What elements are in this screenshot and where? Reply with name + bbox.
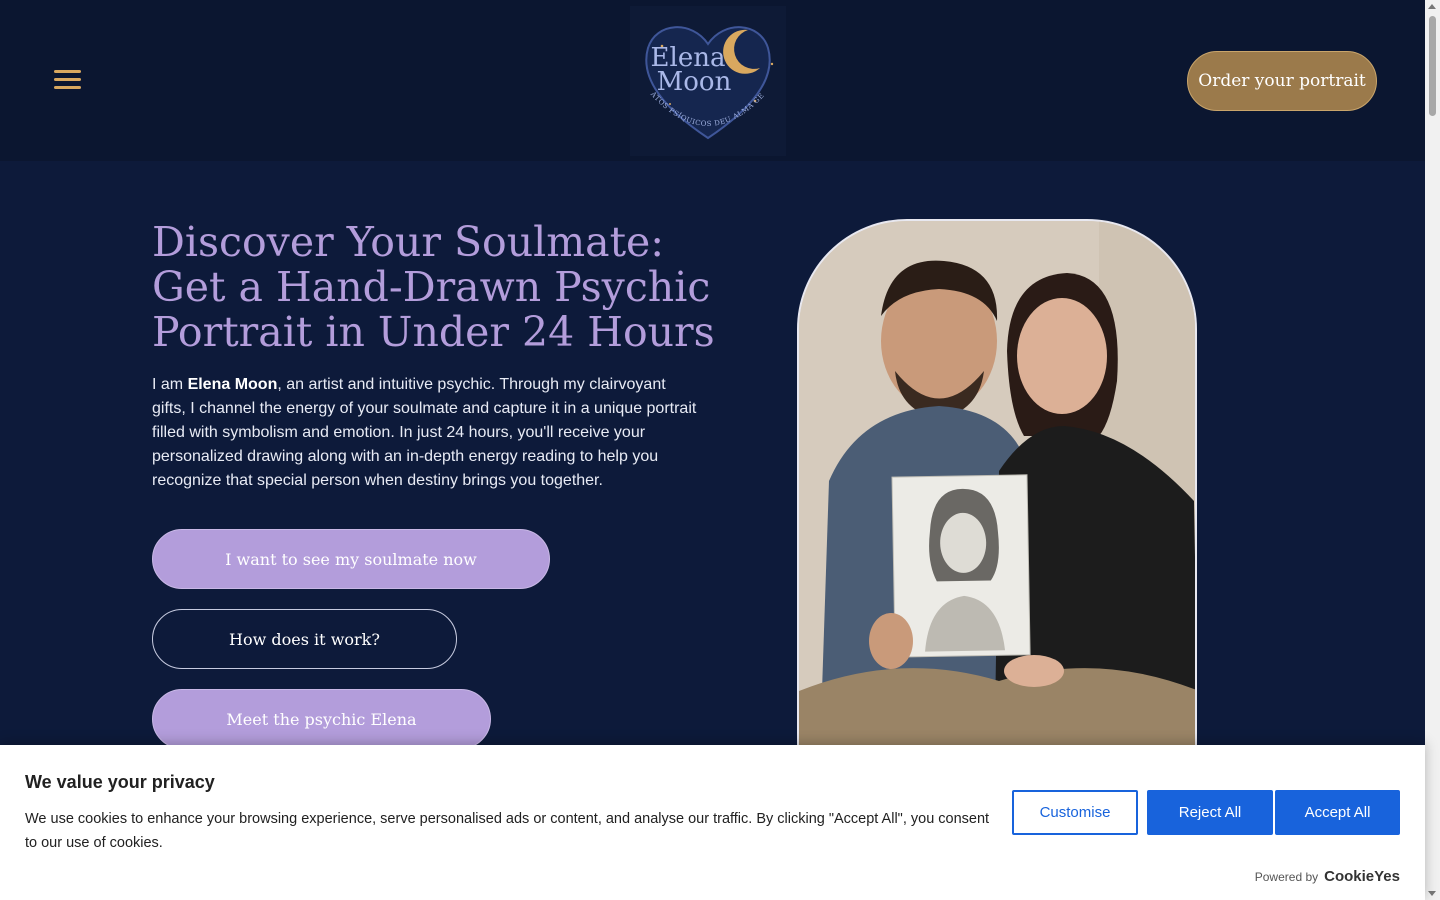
cookie-customise-button[interactable]: Customise [1012,790,1138,835]
site-header: Elena Moon RETRATOS PSÍQUICOS DEU ALMA G… [0,0,1425,161]
cookieyes-logo[interactable]: CookieYes [1324,868,1400,885]
hero-intro: I am Elena Moon, an artist and intuitive… [152,373,697,493]
see-soulmate-button[interactable]: I want to see my soulmate now [152,529,550,589]
logo-name-line2: Moon [657,67,732,97]
hero-title: Discover Your Soulmate: Get a Hand-Drawn… [152,220,752,355]
intro-prefix: I am [152,376,188,393]
hamburger-menu-icon[interactable] [54,70,84,94]
cookie-reject-button[interactable]: Reject All [1147,790,1273,835]
cookie-consent-banner: We value your privacy We use cookies to … [0,745,1425,900]
hero-title-line-3: Portrait in Under 24 Hours [152,308,715,356]
hero-photo [797,219,1197,779]
how-it-works-button[interactable]: How does it work? [152,609,457,669]
powered-by-label: Powered by [1254,870,1319,884]
cookie-accept-button[interactable]: Accept All [1275,790,1400,835]
scroll-down-arrow-icon[interactable] [1428,891,1436,896]
scrollbar-thumb[interactable] [1429,16,1436,116]
order-portrait-button[interactable]: Order your portrait [1187,51,1377,111]
logo[interactable]: Elena Moon RETRATOS PSÍQUICOS DEU ALMA G… [626,0,786,156]
hero-title-line-1: Discover Your Soulmate: [152,218,665,266]
cookie-text: We use cookies to enhance your browsing … [25,811,990,851]
hero-title-line-2: Get a Hand-Drawn Psychic [152,263,711,311]
cookie-title: We value your privacy [25,772,215,792]
intro-name: Elena Moon [187,376,278,393]
page-scrollbar[interactable] [1425,0,1440,900]
scroll-up-arrow-icon[interactable] [1428,4,1436,9]
powered-by: Powered by CookieYes [1255,868,1400,885]
meet-psychic-button[interactable]: Meet the psychic Elena [152,689,491,749]
